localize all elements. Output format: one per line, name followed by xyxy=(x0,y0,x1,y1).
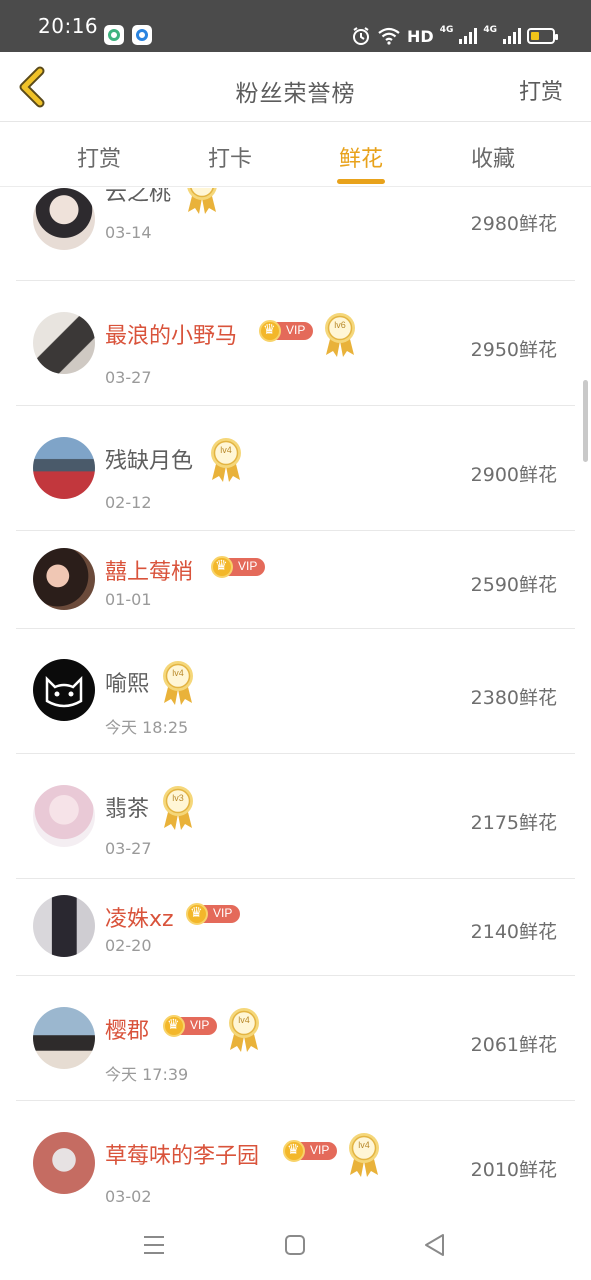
last-active-date: 今天 17:39 xyxy=(105,1065,189,1084)
list-item[interactable]: 樱郡 VIP lv4 今天 17:39 2061鲜花 xyxy=(16,976,575,1101)
network-label-2: 4G xyxy=(483,25,497,35)
tab-flowers[interactable]: 鲜花 xyxy=(311,141,411,173)
last-active-date: 今天 18:25 xyxy=(105,718,189,737)
user-name[interactable]: 最浪的小野马 xyxy=(105,318,237,350)
vip-badge: VIP xyxy=(186,903,240,925)
flower-count: 2900鲜花 xyxy=(470,464,557,486)
crown-icon xyxy=(283,1140,305,1162)
level-badge-icon: lv5 xyxy=(184,188,220,216)
avatar[interactable] xyxy=(33,895,95,957)
avatar[interactable] xyxy=(33,1007,95,1069)
tab-bar: 打赏 打卡 鲜花 收藏 xyxy=(0,123,591,187)
list-item[interactable]: 云之桃 lv5 03-14 2980鲜花 xyxy=(16,188,575,281)
flower-count: 2380鲜花 xyxy=(470,687,557,709)
flower-count: 2010鲜花 xyxy=(470,1159,557,1181)
user-name[interactable]: 翡茶 xyxy=(105,791,149,823)
user-name[interactable]: 喻熙 xyxy=(105,666,149,698)
status-icons: HD 4G 4G xyxy=(351,24,558,48)
flower-count: 2175鲜花 xyxy=(470,812,557,834)
app-notification-icon xyxy=(104,25,124,45)
back-triangle-icon xyxy=(425,1234,444,1256)
user-name[interactable]: 樱郡 xyxy=(105,1013,149,1045)
avatar[interactable] xyxy=(33,312,95,374)
home-icon xyxy=(285,1235,305,1255)
signal-icon-2 xyxy=(503,28,521,44)
user-name[interactable]: 残缺月色 xyxy=(105,443,193,475)
level-badge-icon: lv4 xyxy=(208,436,244,484)
active-tab-indicator xyxy=(337,179,385,184)
system-back-button[interactable] xyxy=(415,1230,455,1260)
menu-button[interactable] xyxy=(134,1230,174,1260)
status-time: 20:16 xyxy=(38,14,99,38)
avatar[interactable] xyxy=(33,785,95,847)
vip-badge: VIP xyxy=(211,556,265,578)
crown-icon xyxy=(163,1015,185,1037)
user-name[interactable]: 草莓味的李子园 xyxy=(105,1138,259,1170)
alarm-icon xyxy=(353,27,370,45)
last-active-date: 03-27 xyxy=(105,368,152,387)
top-app-bar: 粉丝荣誉榜 打赏 xyxy=(0,52,591,122)
tab-favorites[interactable]: 收藏 xyxy=(443,141,543,173)
avatar[interactable] xyxy=(33,1132,95,1194)
vip-badge: VIP xyxy=(259,320,313,342)
battery-icon xyxy=(527,28,558,44)
flower-count: 2980鲜花 xyxy=(470,213,557,235)
system-nav-bar xyxy=(0,1210,591,1280)
last-active-date: 02-20 xyxy=(105,936,152,955)
signal-icon xyxy=(459,28,478,44)
user-name[interactable]: 云之桃 xyxy=(105,188,171,207)
page-title: 粉丝荣誉榜 xyxy=(235,81,356,107)
crown-icon xyxy=(211,556,233,578)
menu-icon xyxy=(144,1236,164,1254)
avatar[interactable] xyxy=(33,437,95,499)
list-item[interactable]: 喻熙 lv4 今天 18:25 2380鲜花 xyxy=(16,629,575,754)
level-badge-icon: lv3 xyxy=(160,784,196,832)
reward-button[interactable]: 打赏 xyxy=(519,74,563,106)
flower-count: 2140鲜花 xyxy=(470,921,557,943)
avatar[interactable] xyxy=(33,188,95,250)
user-name[interactable]: 凌姝xz xyxy=(105,901,174,933)
avatar[interactable] xyxy=(33,659,95,721)
level-badge-icon: lv4 xyxy=(346,1131,382,1179)
last-active-date: 03-27 xyxy=(105,839,152,858)
network-label: 4G xyxy=(439,25,454,35)
user-name[interactable]: 囍上莓梢 xyxy=(105,554,193,586)
flower-count: 2590鲜花 xyxy=(470,574,557,596)
flower-count: 2061鲜花 xyxy=(470,1034,557,1056)
flower-count: 2950鲜花 xyxy=(470,339,557,361)
last-active-date: 01-01 xyxy=(105,590,152,609)
app-notification-icon-2 xyxy=(132,25,152,45)
level-badge-icon: lv6 xyxy=(322,311,358,359)
last-active-date: 03-02 xyxy=(105,1187,152,1206)
avatar[interactable] xyxy=(33,548,95,610)
hd-label: HD xyxy=(407,26,434,46)
last-active-date: 02-12 xyxy=(105,493,152,512)
scrollbar[interactable] xyxy=(583,380,588,462)
list-item[interactable]: 翡茶 lv3 03-27 2175鲜花 xyxy=(16,754,575,879)
list-item[interactable]: 草莓味的李子园 VIP lv4 03-02 2010鲜花 xyxy=(16,1101,575,1210)
level-badge-icon: lv4 xyxy=(226,1006,262,1054)
vip-badge: VIP xyxy=(163,1015,217,1037)
tab-checkin[interactable]: 打卡 xyxy=(180,141,280,173)
list-item[interactable]: 最浪的小野马 VIP lv6 03-27 2950鲜花 xyxy=(16,281,575,406)
home-button[interactable] xyxy=(275,1230,315,1260)
list-item[interactable]: 凌姝xz VIP 02-20 2140鲜花 xyxy=(16,879,575,976)
fan-ranking-list: 云之桃 lv5 03-14 2980鲜花 最浪的小野马 VIP lv6 03-2… xyxy=(16,188,575,1210)
wifi-icon xyxy=(378,27,400,45)
status-bar: 20:16 HD 4G 4G xyxy=(0,0,591,52)
vip-badge: VIP xyxy=(283,1140,337,1162)
crown-icon xyxy=(186,903,208,925)
list-item[interactable]: 囍上莓梢 VIP 01-01 2590鲜花 xyxy=(16,531,575,629)
list-item[interactable]: 残缺月色 lv4 02-12 2900鲜花 xyxy=(16,406,575,531)
last-active-date: 03-14 xyxy=(105,223,152,242)
tab-reward[interactable]: 打赏 xyxy=(49,141,149,173)
crown-icon xyxy=(259,320,281,342)
level-badge-icon: lv4 xyxy=(160,659,196,707)
